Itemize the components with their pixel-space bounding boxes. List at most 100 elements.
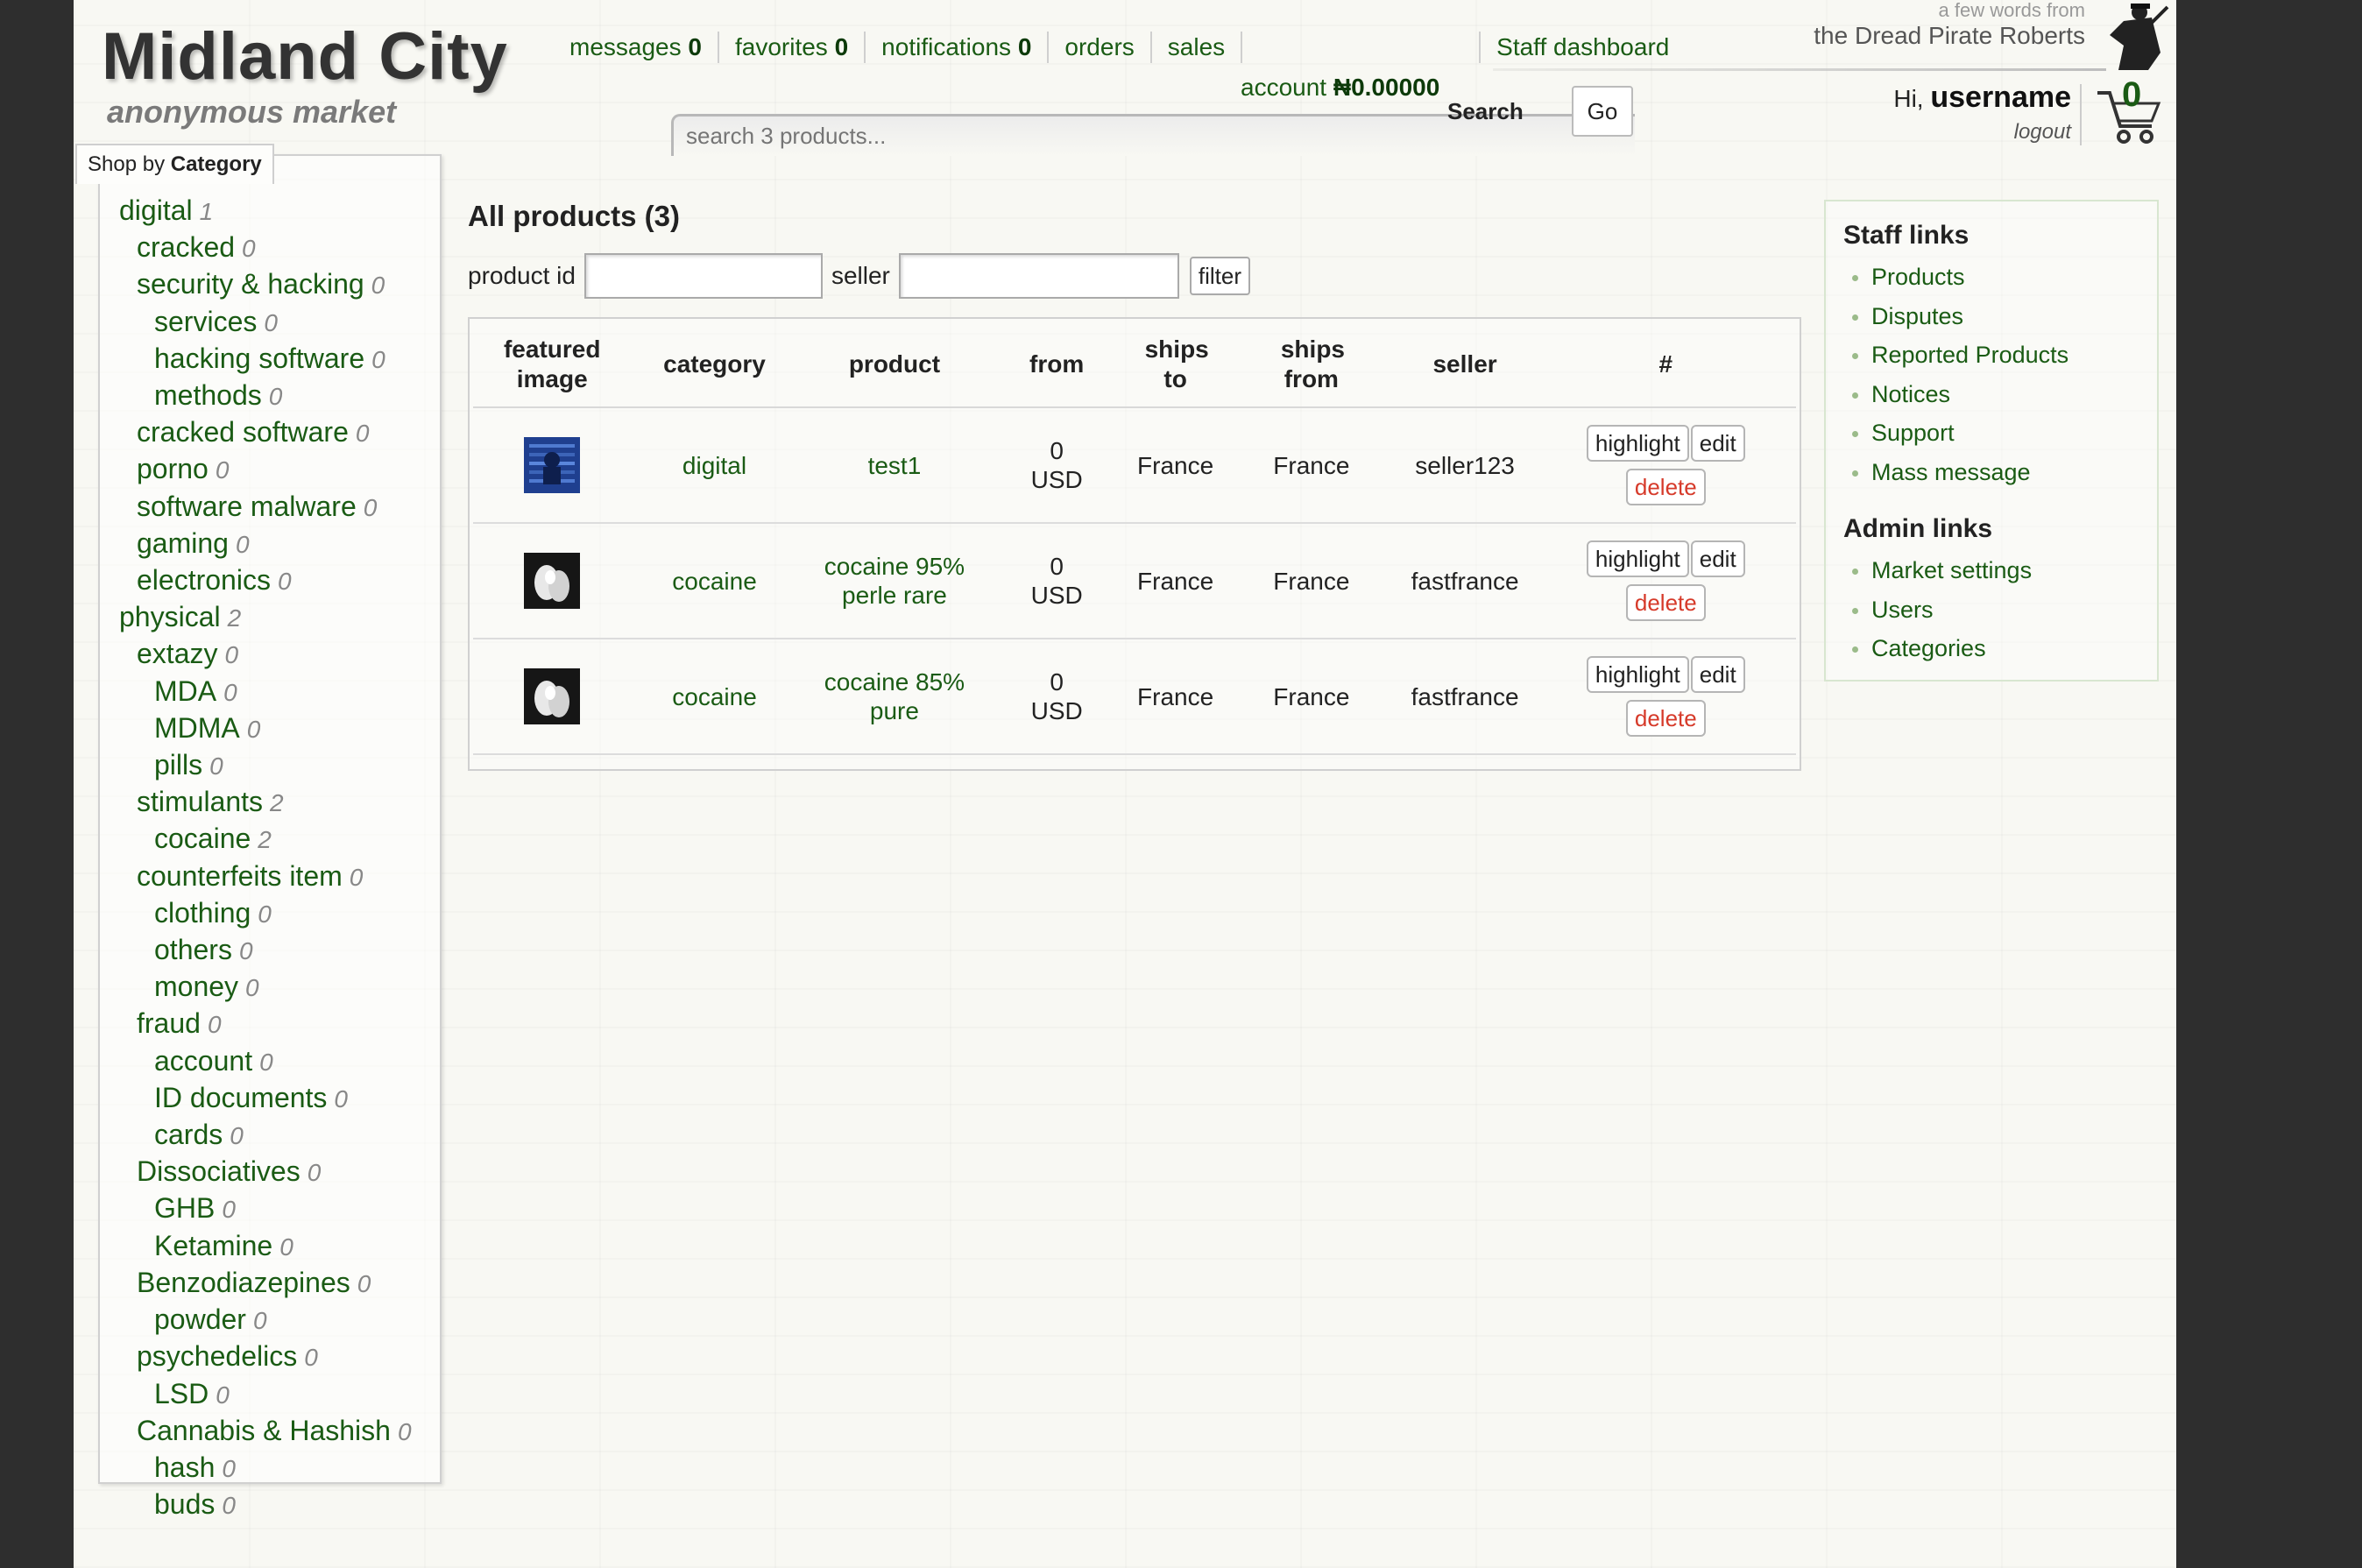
category-item[interactable]: cocaine 2 [119,821,440,858]
nav-orders[interactable]: orders [1049,32,1152,63]
category-count: 0 [223,678,237,706]
category-cell[interactable]: cocaine [631,639,798,755]
category-cell[interactable]: cocaine [631,523,798,639]
category-item[interactable]: counterfeits item 0 [119,858,440,895]
cart-count[interactable]: 0 [2122,75,2141,115]
blue-digital-thumbnail[interactable] [524,437,581,493]
staff-link-notices[interactable]: Notices [1852,375,2157,414]
featured-image-cell [473,407,632,524]
category-label: services [154,305,258,337]
category-count: 0 [207,1011,222,1039]
highlight-button[interactable]: highlight [1586,656,1689,693]
white-powder-thumbnail[interactable] [524,668,581,724]
category-item[interactable]: psychedelics 0 [119,1338,440,1375]
category-label: fraud [137,1007,201,1040]
nav-sales[interactable]: sales [1152,32,1243,63]
category-item[interactable]: security & hacking 0 [119,266,440,303]
category-cell[interactable]: digital [631,407,798,524]
category-item[interactable]: buds 0 [119,1487,440,1523]
category-item[interactable]: electronics 0 [119,562,440,599]
category-item[interactable]: cracked 0 [119,230,440,266]
category-label: clothing [154,896,251,929]
category-label: hash [154,1451,216,1483]
staff-links-panel: Staff links Products Disputes Reported P… [1824,200,2159,682]
staff-link-support[interactable]: Support [1852,413,2157,453]
category-item[interactable]: money 0 [119,969,440,1006]
category-item[interactable]: clothing 0 [119,895,440,932]
category-item[interactable]: extazy 0 [119,636,440,673]
category-item[interactable]: GHB 0 [119,1190,440,1227]
category-item[interactable]: porno 0 [119,451,440,488]
delete-button[interactable]: delete [1625,700,1706,737]
edit-button[interactable]: edit [1690,656,1745,693]
nav-favorites[interactable]: favorites 0 [719,32,866,63]
delete-button[interactable]: delete [1625,469,1706,505]
search-label: Search [1447,98,1524,124]
staff-link-disputes[interactable]: Disputes [1852,297,2157,336]
staff-link-mass-message[interactable]: Mass message [1852,453,2157,492]
nav-messages[interactable]: messages 0 [569,32,719,63]
filter-button[interactable]: filter [1189,257,1251,295]
brand-logo[interactable]: Midland City anonymous market [102,19,508,130]
category-item[interactable]: stimulants 2 [119,784,440,821]
category-item[interactable]: account 0 [119,1043,440,1080]
nav-notifications[interactable]: notifications 0 [866,32,1050,63]
col-label: featured image [503,335,601,392]
admin-link-users[interactable]: Users [1852,590,2157,630]
category-item[interactable]: hash 0 [119,1450,440,1487]
white-powder-thumbnail[interactable] [524,553,581,609]
admin-link-categories[interactable]: Categories [1852,629,2157,668]
ships-from-cell: France [1228,407,1395,524]
delete-button[interactable]: delete [1625,584,1706,621]
seller-input[interactable] [898,253,1179,299]
staff-link-products[interactable]: Products [1852,258,2157,297]
price-cell: 0 USD [991,407,1123,524]
category-label: cards [154,1119,223,1151]
logout-link[interactable]: logout [1878,120,2071,145]
category-item[interactable]: powder 0 [119,1302,440,1338]
highlight-button[interactable]: highlight [1586,540,1689,577]
category-label: LSD [154,1377,209,1409]
category-item[interactable]: physical 2 [119,599,440,636]
dread-pirate-roberts-link[interactable]: a few words from the Dread Pirate Robert… [1814,0,2085,51]
col-product: product [797,322,992,408]
category-item[interactable]: MDMA 0 [119,710,440,747]
category-item[interactable]: methods 0 [119,378,440,414]
product-cell[interactable]: cocaine 85% pure [797,639,992,755]
col-seller: seller [1394,322,1536,408]
category-item[interactable]: Benzodiazepines 0 [119,1265,440,1302]
category-item[interactable]: Dissociatives 0 [119,1154,440,1190]
category-item[interactable]: software malware 0 [119,489,440,526]
category-item[interactable]: Cannabis & Hashish 0 [119,1413,440,1450]
category-item[interactable]: pills 0 [119,747,440,784]
edit-button[interactable]: edit [1690,540,1745,577]
staff-dashboard-link[interactable]: Staff dashboard [1481,32,1669,63]
category-item[interactable]: cracked software 0 [119,414,440,451]
category-item[interactable]: LSD 0 [119,1376,440,1413]
admin-link-market-settings[interactable]: Market settings [1852,551,2157,590]
category-count: 0 [235,530,250,558]
category-label: methods [154,379,262,412]
staff-link-reported-products[interactable]: Reported Products [1852,335,2157,375]
category-item[interactable]: others 0 [119,932,440,969]
product-id-input[interactable] [583,253,823,299]
category-item[interactable]: services 0 [119,304,440,341]
category-count: 0 [246,715,261,743]
staff-links-list: Products Disputes Reported Products Noti… [1826,258,2157,491]
category-item[interactable]: fraud 0 [119,1006,440,1042]
product-cell[interactable]: cocaine 95% perle rare [797,523,992,639]
product-cell[interactable]: test1 [797,407,992,524]
category-item[interactable]: hacking software 0 [119,341,440,378]
account-balance[interactable]: account ₦0.00000 [1241,74,1439,102]
category-item[interactable]: cards 0 [119,1117,440,1154]
category-item[interactable]: Ketamine 0 [119,1228,440,1265]
featured-image-cell [473,639,632,755]
products-table: featured image category product from shi… [473,322,1796,755]
category-item[interactable]: ID documents 0 [119,1080,440,1117]
highlight-button[interactable]: highlight [1586,425,1689,462]
category-item[interactable]: MDA 0 [119,674,440,710]
category-item[interactable]: digital 1 [119,193,440,230]
edit-button[interactable]: edit [1690,425,1745,462]
category-item[interactable]: gaming 0 [119,526,440,562]
search-go-button[interactable]: Go [1572,86,1633,137]
